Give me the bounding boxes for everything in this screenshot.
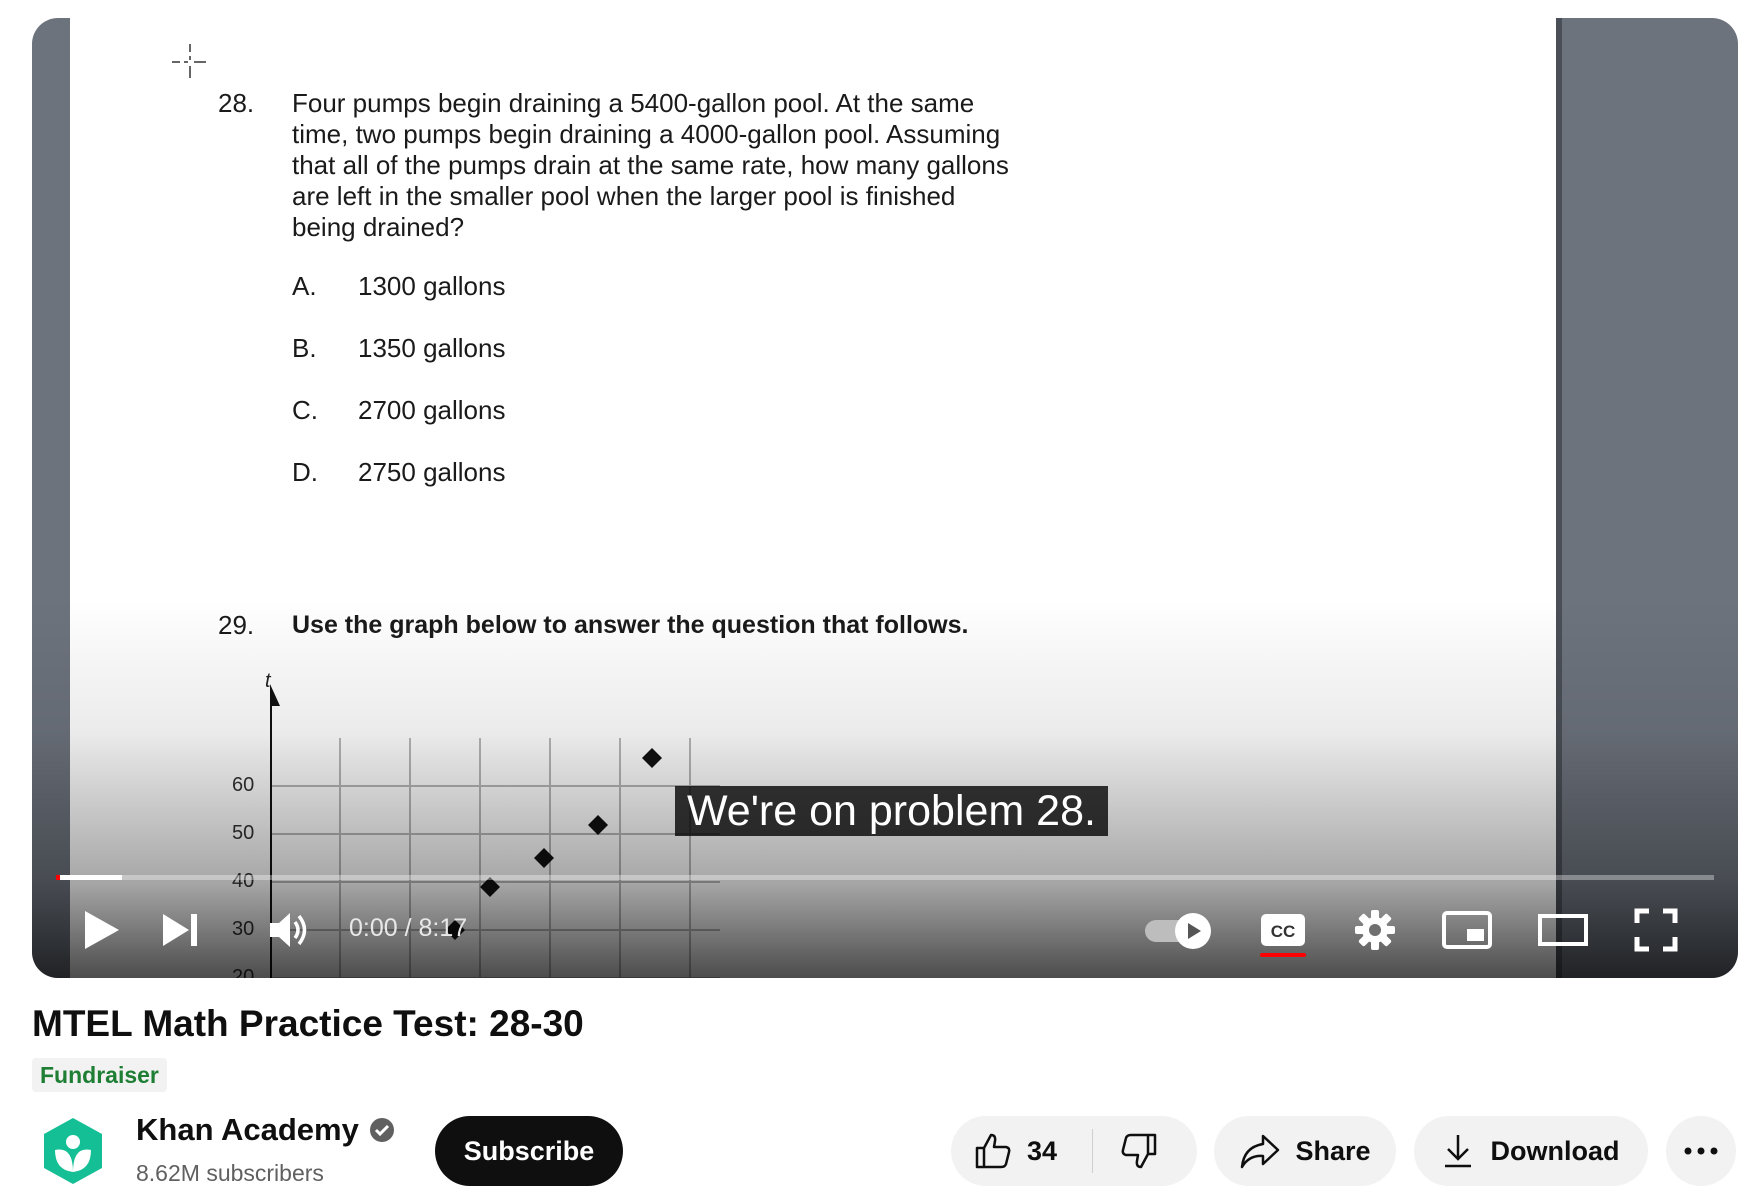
- autoplay-toggle-icon: [1145, 913, 1211, 949]
- verified-check-icon: [369, 1118, 394, 1142]
- more-actions-button[interactable]: [1666, 1116, 1736, 1186]
- like-button[interactable]: 34: [973, 1116, 1057, 1186]
- choice-text: 1350 gallons: [358, 333, 506, 363]
- fundraiser-badge[interactable]: Fundraiser: [32, 1058, 167, 1092]
- miniplayer-button[interactable]: [1437, 906, 1497, 954]
- question-text: Use the graph below to answer the questi…: [292, 611, 969, 639]
- theater-mode-button[interactable]: [1532, 906, 1594, 954]
- crosshair-icon: [172, 44, 206, 78]
- graph-axis-label: t: [265, 670, 271, 692]
- cc-active-indicator: [1260, 953, 1306, 957]
- gear-icon: [1355, 910, 1395, 950]
- khan-academy-logo-icon: [44, 1118, 102, 1184]
- question-number: 29.: [218, 610, 255, 640]
- channel-avatar[interactable]: [38, 1116, 108, 1186]
- choice-letter: D.: [292, 457, 318, 487]
- download-button[interactable]: Download: [1414, 1116, 1648, 1186]
- mute-button[interactable]: [262, 906, 316, 954]
- download-icon: [1444, 1135, 1471, 1168]
- fullscreen-button[interactable]: [1628, 906, 1684, 954]
- video-title: MTEL Math Practice Test: 28-30: [32, 1003, 584, 1044]
- play-icon: [85, 911, 119, 949]
- captions-button[interactable]: CC: [1256, 906, 1310, 954]
- progress-bar[interactable]: [56, 875, 1714, 880]
- like-divider: [1092, 1129, 1093, 1173]
- share-icon: [1241, 1134, 1280, 1169]
- fullscreen-icon: [1634, 908, 1678, 952]
- progress-scrubber[interactable]: [56, 875, 60, 880]
- choice-text: 2700 gallons: [358, 395, 506, 425]
- graph-tick-label: 30: [232, 918, 255, 940]
- graph-tick-label: 40: [232, 870, 255, 892]
- closed-caption: We're on problem 28.: [675, 786, 1108, 836]
- theater-icon: [1538, 914, 1588, 946]
- dislike-button[interactable]: [1119, 1116, 1159, 1186]
- graph-tick-label: 50: [232, 822, 255, 844]
- more-horiz-icon: [1684, 1147, 1718, 1155]
- thumbs-down-icon: [1121, 1133, 1157, 1169]
- download-label: Download: [1490, 1135, 1620, 1166]
- question-text: Four pumps begin draining a 5400-gallon …: [292, 88, 1052, 243]
- choice-text: 2750 gallons: [358, 457, 506, 487]
- like-dislike-group: 34: [951, 1116, 1197, 1186]
- like-count: 34: [1027, 1135, 1058, 1166]
- miniplayer-icon: [1442, 911, 1492, 949]
- choice-letter: C.: [292, 395, 318, 425]
- subscriber-count: 8.62M subscribers: [136, 1160, 324, 1186]
- graph-tick-label: 60: [232, 774, 255, 796]
- question-number: 28.: [218, 88, 255, 118]
- share-button[interactable]: Share: [1214, 1116, 1396, 1186]
- share-label: Share: [1295, 1135, 1371, 1166]
- autoplay-toggle[interactable]: [1142, 906, 1216, 954]
- graph-tick-label: 20: [232, 966, 255, 978]
- question-line: that all of the pumps drain at the same …: [292, 150, 1009, 180]
- channel-name-row[interactable]: Khan Academy: [136, 1112, 395, 1148]
- thumbs-up-icon: [975, 1133, 1011, 1169]
- volume-icon: [270, 913, 307, 947]
- choice-text: 1300 gallons: [358, 271, 506, 301]
- settings-button[interactable]: [1348, 906, 1402, 954]
- subscribe-button[interactable]: Subscribe: [435, 1116, 623, 1186]
- question-line: time, two pumps begin draining a 4000-ga…: [292, 119, 1001, 149]
- time-display: 0:00 / 8:17: [349, 914, 468, 942]
- video-player[interactable]: 28. Four pumps begin draining a 5400-gal…: [32, 18, 1738, 978]
- question-line: are left in the smaller pool when the la…: [292, 181, 956, 211]
- cc-label: CC: [1271, 922, 1296, 941]
- choice-letter: A.: [292, 271, 317, 301]
- skip-next-icon: [163, 914, 197, 946]
- question-line: being drained?: [292, 212, 465, 242]
- progress-played: [56, 875, 123, 880]
- cc-icon: CC: [1261, 914, 1305, 946]
- channel-name[interactable]: Khan Academy: [136, 1112, 359, 1148]
- next-button[interactable]: [154, 906, 208, 954]
- question-line: Four pumps begin draining a 5400-gallon …: [292, 88, 975, 118]
- choice-letter: B.: [292, 333, 317, 363]
- play-button[interactable]: [74, 906, 128, 954]
